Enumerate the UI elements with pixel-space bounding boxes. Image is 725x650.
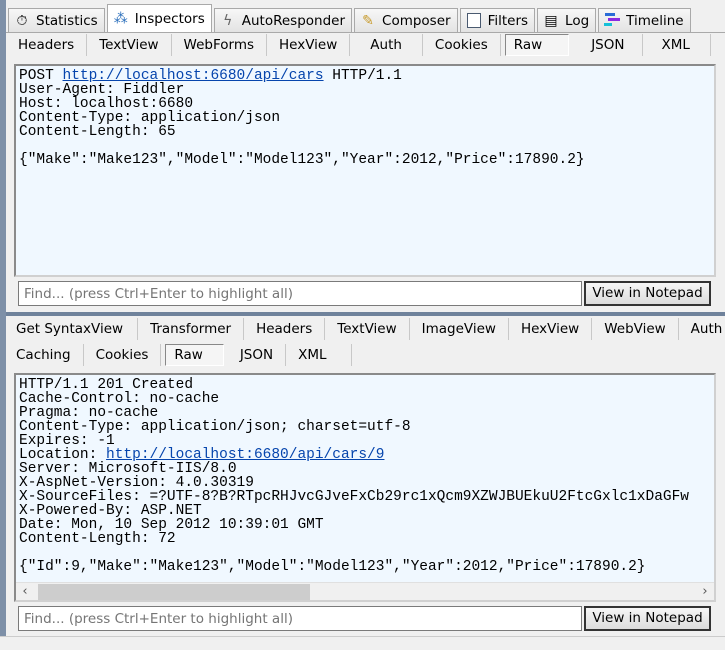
scroll-right-arrow-icon[interactable]: › <box>698 583 712 601</box>
req-tab-textview[interactable]: TextView <box>87 34 172 56</box>
header-line: Content-Type: application/json <box>19 110 281 126</box>
checkbox-icon <box>465 12 483 30</box>
header-line: Content-Length: 65 <box>19 124 176 140</box>
header-line: Cache-Control: no-cache <box>19 391 220 407</box>
resp-tab-webview[interactable]: WebView <box>592 318 679 340</box>
tab-log[interactable]: ▤ Log <box>537 8 597 32</box>
tab-timeline[interactable]: Timeline <box>598 8 691 32</box>
request-raw-text[interactable]: POST http://localhost:6680/api/cars HTTP… <box>14 64 716 277</box>
tab-label: Timeline <box>626 12 684 29</box>
header-line: X-SourceFiles: =?UTF-8?B?RTpcRHJvcGJveFx… <box>19 489 690 505</box>
req-tab-hexview[interactable]: HexView <box>267 34 351 56</box>
response-tabs-row2: Caching Cookies Raw JSON XML <box>6 344 352 366</box>
status-bar <box>0 636 725 650</box>
tab-filters[interactable]: Filters <box>459 8 536 32</box>
header-line: User-Agent: Fiddler <box>19 82 185 98</box>
tab-label: Inspectors <box>134 10 205 27</box>
protocol: HTTP/1.1 <box>332 68 402 84</box>
response-view-in-notepad-button[interactable]: View in Notepad <box>584 606 711 631</box>
resp-tab-caching[interactable]: Caching <box>6 344 84 366</box>
tab-label: AutoResponder <box>241 12 346 29</box>
req-tab-headers[interactable]: Headers <box>6 34 88 56</box>
req-tab-auth[interactable]: Auth <box>350 34 423 56</box>
tab-autoresponder[interactable]: ϟ AutoResponder <box>213 8 353 32</box>
header-line: Expires: -1 <box>19 433 115 449</box>
resp-tab-raw[interactable]: Raw <box>165 344 224 366</box>
tab-composer[interactable]: ✎ Composer <box>354 8 458 32</box>
request-line: POST http://localhost:6680/api/cars HTTP… <box>19 68 714 84</box>
tab-label: Log <box>565 12 590 29</box>
header-line: X-AspNet-Version: 4.0.30319 <box>19 475 254 491</box>
resp-tab-syntaxview[interactable]: Get SyntaxView <box>6 318 139 340</box>
req-tab-webforms[interactable]: WebForms <box>172 34 268 56</box>
lightning-icon: ϟ <box>223 12 233 29</box>
request-view-in-notepad-button[interactable]: View in Notepad <box>584 281 711 306</box>
tab-inspectors[interactable]: ⁂ Inspectors <box>106 4 212 32</box>
timeline-icon <box>603 12 621 30</box>
response-raw-text[interactable]: HTTP/1.1 201 Created Cache-Control: no-ca… <box>14 373 716 602</box>
scroll-left-arrow-icon[interactable]: ‹ <box>18 583 32 601</box>
status-line: HTTP/1.1 201 Created <box>19 377 194 393</box>
resp-tab-hexview[interactable]: HexView <box>509 318 593 340</box>
composer-pencil-icon: ✎ <box>362 12 374 29</box>
tab-label: Statistics <box>36 12 98 29</box>
resp-tab-json[interactable]: JSON <box>228 344 287 366</box>
response-horizontal-scrollbar[interactable]: ‹ › <box>16 582 714 600</box>
resp-tab-textview[interactable]: TextView <box>325 318 410 340</box>
stopwatch-icon: ⏱ <box>16 12 28 29</box>
response-tabs-row1: Get SyntaxView Transformer Headers TextV… <box>6 318 725 340</box>
resp-tab-transformer[interactable]: Transformer <box>138 318 245 340</box>
request-tabs: Headers TextView WebForms HexView Auth C… <box>6 34 711 56</box>
resp-tab-headers[interactable]: Headers <box>244 318 326 340</box>
header-line: Server: Microsoft-IIS/8.0 <box>19 461 237 477</box>
panel-splitter[interactable] <box>6 312 725 316</box>
header-line: Content-Type: application/json; charset=… <box>19 419 411 435</box>
header-line: Content-Length: 72 <box>19 531 176 547</box>
request-find-input[interactable] <box>18 281 582 306</box>
tab-label: Composer <box>382 12 451 29</box>
resp-tab-auth[interactable]: Auth <box>679 318 725 340</box>
resp-tab-cookies[interactable]: Cookies <box>84 344 162 366</box>
resp-tab-xml[interactable]: XML <box>286 344 352 366</box>
response-body: {"Id":9,"Make":"Make123","Model":"Model1… <box>19 559 646 575</box>
response-find-input[interactable] <box>18 606 582 631</box>
log-document-icon: ▤ <box>544 12 558 29</box>
resp-tab-imageview[interactable]: ImageView <box>410 318 509 340</box>
req-tab-cookies[interactable]: Cookies <box>423 34 501 56</box>
tab-label: Filters <box>487 12 529 29</box>
header-line: X-Powered-By: ASP.NET <box>19 503 202 519</box>
scroll-thumb[interactable] <box>38 584 310 600</box>
header-line: Pragma: no-cache <box>19 405 159 421</box>
main-tab-strip: ⏱ Statistics ⁂ Inspectors ϟ AutoResponder ✎… <box>8 4 693 32</box>
req-tab-raw[interactable]: Raw <box>504 34 570 56</box>
header-line: Host: localhost:6680 <box>19 96 194 112</box>
tab-statistics[interactable]: ⏱ Statistics <box>8 8 105 32</box>
req-tab-json[interactable]: JSON <box>573 34 644 56</box>
inspectors-icon: ⁂ <box>113 10 128 27</box>
header-line: Date: Mon, 10 Sep 2012 10:39:01 GMT <box>19 517 324 533</box>
request-body: {"Make":"Make123","Model":"Model123","Ye… <box>19 152 585 168</box>
req-tab-xml[interactable]: XML <box>643 34 711 56</box>
location-line: Location: http://localhost:6680/api/cars… <box>19 448 714 463</box>
